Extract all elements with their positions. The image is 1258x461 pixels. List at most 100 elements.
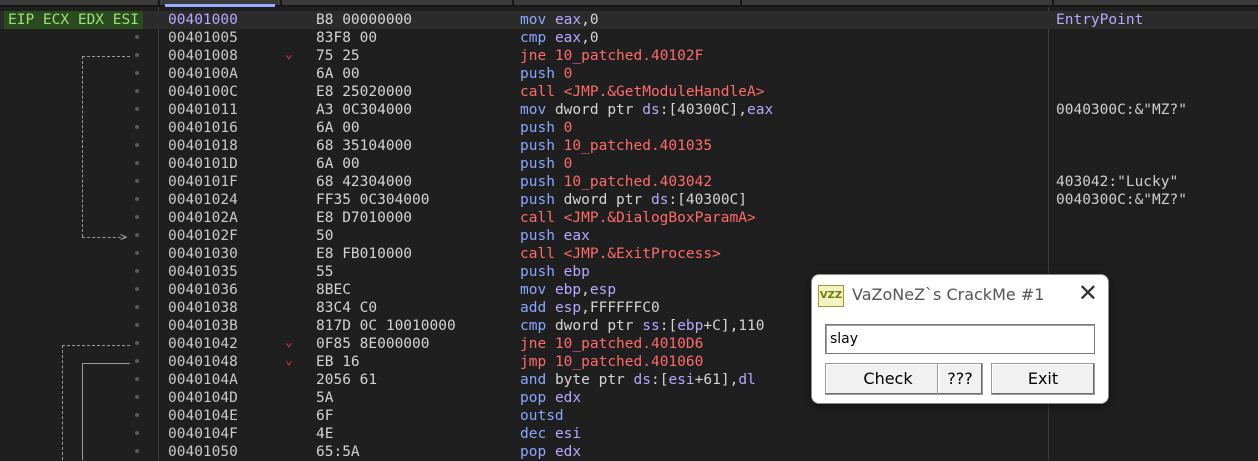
instruction-bytes: 50: [316, 228, 334, 244]
mnemonic: jne: [520, 336, 547, 352]
disasm-row[interactable]: 00401030 E8 FB010000 call <JMP.&ExitProces…: [0, 245, 1258, 263]
breakpoint-dot-icon[interactable]: [135, 215, 139, 219]
breakpoint-dot-icon[interactable]: [135, 323, 139, 327]
serial-input[interactable]: slay: [825, 324, 1095, 354]
mnemonic: cmp: [520, 30, 547, 46]
instruction-text: jne 10_patched.4010D6: [520, 335, 703, 353]
breakpoint-dot-icon[interactable]: [135, 53, 139, 57]
disasm-row[interactable]: 00401000 B8 00000000 mov eax,0 EntryPoint: [0, 11, 1258, 29]
exit-button[interactable]: Exit: [991, 363, 1095, 395]
header-segment[interactable]: [514, 0, 740, 5]
jump-line: [82, 363, 130, 364]
breakpoint-dot-icon[interactable]: [135, 449, 139, 453]
breakpoint-dot-icon[interactable]: [135, 305, 139, 309]
check-button[interactable]: Check: [825, 363, 951, 395]
instruction-text: and byte ptr ds:[esi+61],dl: [520, 371, 756, 389]
instruction-bytes: 65:5A: [316, 444, 360, 460]
jump-line: [82, 56, 130, 57]
operand: dword ptr: [554, 318, 643, 334]
disasm-row[interactable]: 00401024 FF35 0C304000 push dword ptr ds:[…: [0, 191, 1258, 209]
mnemonic: pop: [520, 390, 547, 406]
help-button[interactable]: ???: [937, 363, 983, 395]
disasm-row[interactable]: 0040104F 4E dec esi: [0, 425, 1258, 443]
breakpoint-dot-icon[interactable]: [135, 71, 139, 75]
operand: 0: [563, 120, 573, 136]
jump-line: [62, 345, 130, 346]
operand: eax: [563, 228, 590, 244]
app-icon: VZZ: [818, 285, 844, 307]
jump-taken-icon: ⌄: [285, 335, 293, 350]
instruction-address: 00401038: [168, 300, 238, 316]
header-segment[interactable]: [0, 0, 158, 5]
disasm-row[interactable]: 0040100A 6A 00 push 0: [0, 65, 1258, 83]
breakpoint-dot-icon[interactable]: [135, 161, 139, 165]
operand: esp: [589, 282, 617, 298]
instruction-comment: 0040300C:&"MZ?": [1056, 102, 1187, 118]
operand: 10_patched.401035: [563, 138, 713, 154]
breakpoint-dot-icon[interactable]: [135, 269, 139, 273]
disasm-row[interactable]: 0040100C E8 25020000 call <JMP.&GetModuleH…: [0, 83, 1258, 101]
instruction-text: call <JMP.&DialogBoxParamA>: [520, 209, 756, 227]
jump-line: [82, 56, 83, 237]
breakpoint-dot-icon[interactable]: [135, 359, 139, 363]
breakpoint-dot-icon[interactable]: [135, 125, 139, 129]
breakpoint-dot-icon[interactable]: [135, 251, 139, 255]
operand: eax: [554, 30, 582, 46]
disasm-row[interactable]: 0040102A E8 D7010000 call <JMP.&DialogBoxP…: [0, 209, 1258, 227]
disasm-row[interactable]: 00401005 83F8 00 cmp eax,0: [0, 29, 1258, 47]
breakpoint-dot-icon[interactable]: [135, 89, 139, 93]
disasm-row[interactable]: 0040102F 50 push eax: [0, 227, 1258, 245]
breakpoint-dot-icon[interactable]: [135, 413, 139, 417]
disasm-row[interactable]: 00401018 68 35104000 push 10_patched.40103…: [0, 137, 1258, 155]
breakpoint-dot-icon[interactable]: [135, 179, 139, 183]
breakpoint-dot-icon[interactable]: [135, 35, 139, 39]
instruction-address: 00401036: [168, 282, 238, 298]
operand: ds: [642, 102, 660, 118]
instruction-text: cmp eax,0: [520, 29, 599, 47]
header-segment[interactable]: [282, 0, 512, 5]
operand: ss: [642, 318, 660, 334]
disasm-row[interactable]: 00401011 A3 0C304000 mov dword ptr ds:[403…: [0, 101, 1258, 119]
header-segment[interactable]: [1054, 0, 1258, 5]
breakpoint-dot-icon[interactable]: [135, 377, 139, 381]
instruction-address: 0040100C: [168, 84, 238, 100]
dialog-title: VaZoNeZ`s CrackMe #1: [852, 285, 1045, 304]
breakpoint-dot-icon[interactable]: [135, 107, 139, 111]
disasm-row[interactable]: 0040101F 68 42304000 push 10_patched.40304…: [0, 173, 1258, 191]
instruction-address: 00401048: [168, 354, 238, 370]
breakpoint-dot-icon[interactable]: [135, 143, 139, 147]
instruction-bytes: 817D 0C 10010000: [316, 318, 456, 334]
instruction-bytes: 0F85 8E000000: [316, 336, 430, 352]
instruction-text: mov ebp,esp: [520, 281, 616, 299]
instruction-address: 0040104F: [168, 426, 238, 442]
mnemonic: mov: [520, 12, 547, 28]
disasm-row[interactable]: 0040101D 6A 00 push 0: [0, 155, 1258, 173]
disasm-row[interactable]: 00401050 65:5A pop edx: [0, 443, 1258, 461]
jump-arrow-icon: >: [120, 230, 128, 244]
header-segment[interactable]: [742, 0, 1052, 5]
mnemonic: push: [520, 192, 555, 208]
instruction-text: pop edx: [520, 443, 581, 461]
breakpoint-dot-icon[interactable]: [135, 197, 139, 201]
mnemonic: push: [520, 120, 555, 136]
jump-taken-icon: ⌄: [285, 47, 293, 62]
mnemonic: add: [520, 300, 547, 316]
breakpoint-dot-icon[interactable]: [135, 233, 139, 237]
disasm-row[interactable]: 0040104E 6F outsd: [0, 407, 1258, 425]
breakpoint-dot-icon[interactable]: [135, 287, 139, 291]
breakpoint-dot-icon[interactable]: [135, 395, 139, 399]
disasm-row[interactable]: 00401008 ⌄ 75 25 jne 10_patched.40102F: [0, 47, 1258, 65]
disasm-row[interactable]: 00401016 6A 00 push 0: [0, 119, 1258, 137]
breakpoint-dot-icon[interactable]: [135, 341, 139, 345]
instruction-text: jmp 10_patched.401060: [520, 353, 703, 371]
operand: 10_patched.403042: [563, 174, 713, 190]
close-icon[interactable]: ✕: [1078, 279, 1098, 307]
mnemonic: pop: [520, 444, 547, 460]
instruction-bytes: 83F8 00: [316, 30, 378, 46]
instruction-comment: 0040300C:&"MZ?": [1056, 192, 1187, 208]
operand: 10_patched.4010D6: [554, 336, 704, 352]
breakpoint-dot-icon[interactable]: [135, 431, 139, 435]
dialog-titlebar[interactable]: VZZ VaZoNeZ`s CrackMe #1 ✕: [812, 275, 1108, 315]
instruction-bytes: FF35 0C304000: [316, 192, 430, 208]
instruction-bytes: 4E: [316, 426, 334, 442]
